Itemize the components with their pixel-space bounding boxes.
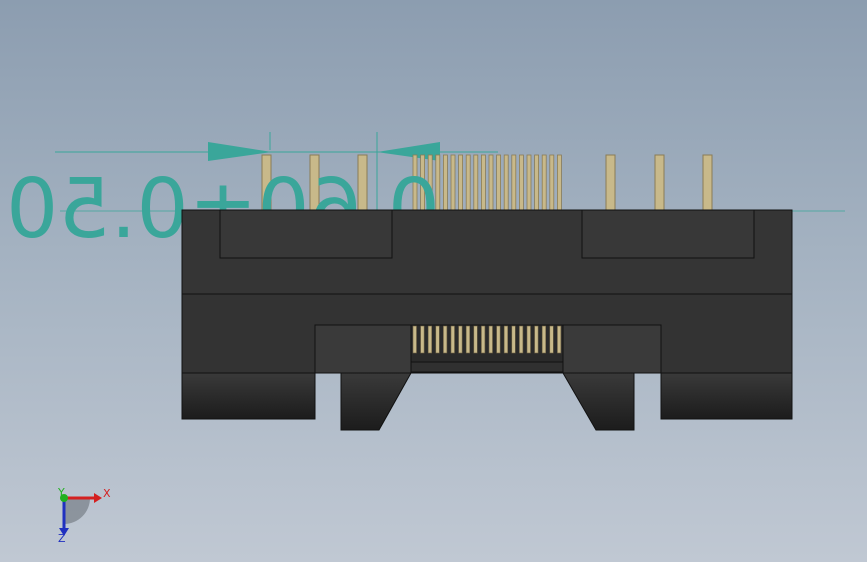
- slot-contact-pin: [458, 325, 463, 354]
- top-fine-pin: [496, 154, 502, 213]
- left-foot: [181, 372, 316, 420]
- top-fine-pin: [549, 154, 555, 213]
- slot-contact-pin: [481, 325, 486, 354]
- top-fine-pin: [465, 154, 471, 213]
- slot-contact-pin: [412, 325, 417, 354]
- slot-contact-pin: [541, 325, 547, 354]
- top-large-pin: [702, 154, 713, 213]
- top-fine-pin: [519, 154, 524, 213]
- slot-contact-pin: [427, 325, 433, 354]
- x-axis-label: X: [103, 487, 111, 500]
- slot-contact-pin: [557, 325, 562, 354]
- slot-floor: [410, 361, 564, 373]
- slot-contact-pin: [443, 325, 448, 354]
- top-large-pin: [605, 154, 616, 213]
- slot-contact-pin: [450, 325, 455, 354]
- top-fine-pin: [541, 154, 547, 213]
- axis-triad: X Y Z: [57, 486, 111, 545]
- top-fine-pin: [526, 154, 532, 213]
- slot-contact-pin: [465, 325, 471, 354]
- connector-body[interactable]: [181, 209, 793, 431]
- top-fine-pin: [442, 154, 448, 213]
- slot-contact-pin: [549, 325, 554, 354]
- top-fine-pin: [534, 154, 539, 213]
- slot-contact-pin: [503, 325, 509, 354]
- slot-contact-pin: [473, 325, 478, 354]
- graphics-viewport[interactable]: 0.60±0.50 X Y Z: [0, 0, 867, 562]
- right-foot: [660, 372, 793, 420]
- top-fine-pin: [503, 154, 509, 213]
- top-large-pin: [654, 154, 665, 213]
- right-latch: [562, 372, 635, 431]
- right-top-recess: [581, 209, 755, 259]
- z-axis-label: Z: [58, 532, 66, 545]
- slot-contact-pin: [496, 325, 501, 354]
- slot-contact-pin: [526, 325, 531, 354]
- top-fine-pin: [511, 154, 517, 213]
- left-top-recess: [219, 209, 393, 259]
- top-fine-pin: [458, 154, 464, 213]
- x-axis-arrow-icon: [94, 493, 102, 503]
- slot-contact-pin: [511, 325, 516, 354]
- slot-contact-pin: [435, 325, 440, 354]
- top-fine-pin: [557, 154, 562, 213]
- slot-contact-pin: [420, 325, 425, 354]
- slot-contact-pin: [488, 325, 493, 354]
- left-latch: [340, 372, 412, 431]
- model-scene[interactable]: 0.60±0.50 X Y Z: [0, 0, 867, 562]
- slot-contact-pin: [519, 325, 524, 354]
- y-axis-label: Y: [57, 486, 65, 499]
- top-fine-pin: [488, 154, 494, 213]
- triad-shadow: [64, 498, 90, 524]
- top-fine-pin: [473, 154, 479, 213]
- top-fine-pin: [480, 154, 486, 213]
- slot-contact-pin: [534, 325, 539, 354]
- top-fine-pin: [450, 154, 456, 213]
